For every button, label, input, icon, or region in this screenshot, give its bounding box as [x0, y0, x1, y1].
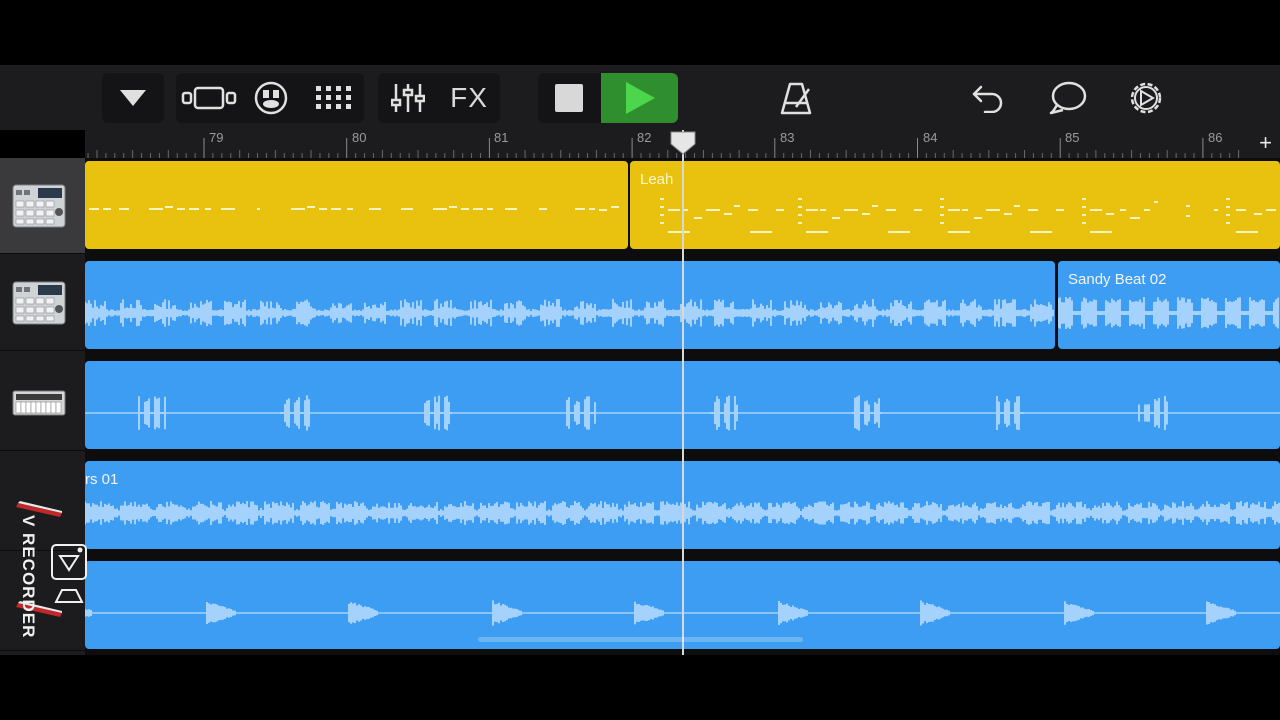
fx-label: FX: [450, 82, 488, 113]
drum-machine-icon: [12, 281, 66, 325]
undo-icon[interactable]: [958, 73, 1018, 123]
play-icon[interactable]: [601, 73, 678, 123]
waveform-path: [85, 299, 1054, 327]
settings-icon[interactable]: [1116, 73, 1176, 123]
bar-number-84: 84: [923, 130, 938, 145]
recorder-watermark-text: V RECORDER: [19, 515, 38, 639]
garageband-tracks-view: FX 79 80 81 82 83 84 85 86 + Leah Sandy …: [0, 0, 1280, 720]
horizontal-scroll-indicator[interactable]: [478, 637, 803, 642]
waveform-path: [1058, 297, 1279, 329]
region-leah[interactable]: Leah: [630, 161, 1280, 249]
midi-notes: [89, 206, 619, 211]
track-header-1[interactable]: [0, 158, 85, 254]
waveform: [1058, 297, 1279, 329]
mixer-icon[interactable]: [378, 73, 438, 123]
browser-dropdown-icon[interactable]: [102, 73, 164, 123]
instrument-icon[interactable]: [242, 73, 300, 123]
track-header-3[interactable]: [0, 355, 85, 451]
bar-number-82: 82: [637, 130, 652, 145]
grid-view-icon[interactable]: [304, 73, 364, 123]
drum-machine-icon: [12, 184, 66, 228]
playhead[interactable]: [682, 130, 684, 655]
control-bar: FX: [0, 65, 1280, 130]
bar-number-86: 86: [1208, 130, 1223, 145]
bar-number-80: 80: [352, 130, 367, 145]
bar-number-85: 85: [1065, 130, 1080, 145]
metronome-icon[interactable]: [766, 73, 826, 123]
playhead-handle[interactable]: [669, 130, 697, 156]
keyboard-synth-icon: [12, 390, 66, 416]
track-header-2[interactable]: [0, 255, 85, 351]
add-section-button[interactable]: +: [1259, 132, 1272, 154]
bar-number-79: 79: [209, 130, 224, 145]
region[interactable]: [85, 161, 628, 249]
region[interactable]: [85, 261, 1055, 349]
midi-notes: [660, 198, 1276, 233]
stop-icon[interactable]: [538, 73, 600, 123]
fx-button[interactable]: FX: [438, 73, 500, 123]
bar-number-83: 83: [780, 130, 795, 145]
region-sandy-beat-02[interactable]: Sandy Beat 02: [1058, 261, 1280, 349]
loop-icon[interactable]: [1036, 73, 1100, 123]
bar-number-81: 81: [494, 130, 509, 145]
tracks-view-icon[interactable]: [176, 73, 242, 123]
waveform: [85, 299, 1054, 327]
